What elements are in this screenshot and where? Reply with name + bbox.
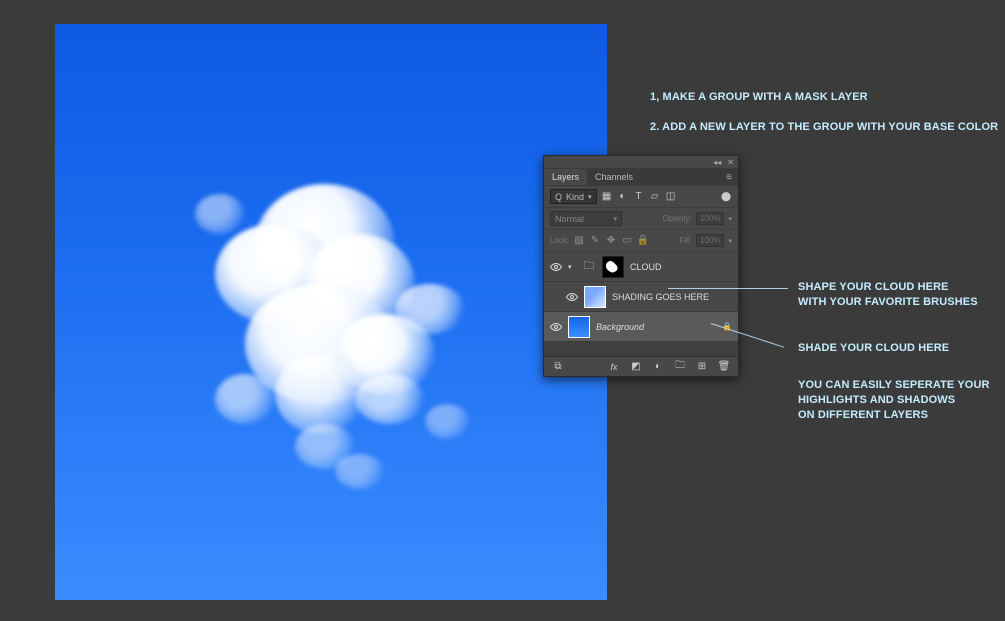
lock-position-icon[interactable]: ✥ xyxy=(605,235,617,247)
delete-layer-icon[interactable]: 🗑 xyxy=(718,361,730,373)
annotation-text: HIGHLIGHTS AND SHADOWS xyxy=(798,394,955,406)
tab-channels[interactable]: Channels xyxy=(587,169,641,185)
folder-icon: 🗀 xyxy=(582,256,596,278)
annotation-text: SHAPE YOUR CLOUD HERE xyxy=(798,281,949,293)
layer-mask-thumbnail[interactable] xyxy=(602,256,624,278)
annotation-text: YOU CAN EASILY SEPERATE YOUR xyxy=(798,379,990,391)
layers-list: ▾ 🗀 CLOUD SHADING GOES HERE Background 🔒 xyxy=(544,252,738,356)
filter-shape-icon[interactable]: ▱ xyxy=(649,191,661,203)
filter-toggle-icon[interactable]: ⬤ xyxy=(720,191,732,203)
layer-thumbnail[interactable] xyxy=(584,286,606,308)
link-layers-icon[interactable]: ⧉ xyxy=(552,361,564,373)
filter-type-icon[interactable]: T xyxy=(633,191,645,203)
lock-brush-icon[interactable]: ✎ xyxy=(589,235,601,247)
close-panel-icon[interactable]: ✕ xyxy=(727,158,734,167)
layer-name: CLOUD xyxy=(630,262,662,272)
adjustment-layer-icon[interactable]: ◐ xyxy=(652,361,664,373)
filter-smart-icon[interactable]: ◫ xyxy=(665,191,677,203)
filter-pixel-icon[interactable]: ▦ xyxy=(601,191,613,203)
add-mask-icon[interactable]: ◩ xyxy=(630,361,642,373)
annotation-shape: SHAPE YOUR CLOUD HERE WITH YOUR FAVORITE… xyxy=(798,280,978,310)
instruction-step1: 1, MAKE A GROUP WITH A MASK LAYER xyxy=(650,90,868,105)
layer-name: SHADING GOES HERE xyxy=(612,292,709,302)
layer-shading[interactable]: SHADING GOES HERE xyxy=(544,282,738,312)
panel-menu-icon[interactable]: ≡ xyxy=(720,172,738,183)
panel-tabs: Layers Channels ≡ xyxy=(544,168,738,186)
filter-kind-dropdown[interactable]: Q Kind ▾ xyxy=(550,189,597,204)
opacity-input[interactable]: 100% xyxy=(696,212,724,225)
annotation-tip: YOU CAN EASILY SEPERATE YOUR HIGHLIGHTS … xyxy=(798,378,990,423)
tab-layers[interactable]: Layers xyxy=(544,169,587,185)
lock-label: Lock: xyxy=(550,236,569,245)
lock-transparency-icon[interactable]: ▨ xyxy=(573,235,585,247)
blend-mode-value: Normal xyxy=(555,214,584,224)
panel-titlebar: ◂◂ ✕ xyxy=(544,156,738,168)
collapse-panel-icon[interactable]: ◂◂ xyxy=(713,158,721,167)
blend-mode-dropdown[interactable]: Normal ▾ xyxy=(550,211,622,226)
new-group-icon[interactable]: 🗀 xyxy=(674,361,686,373)
chevron-down-icon: ▾ xyxy=(588,193,592,201)
instruction-step2: 2. ADD A NEW LAYER TO THE GROUP WITH YOU… xyxy=(650,120,998,135)
canvas-artboard[interactable] xyxy=(55,24,607,600)
filter-kind-label: Kind xyxy=(566,192,584,202)
layer-thumbnail[interactable] xyxy=(568,316,590,338)
layer-background[interactable]: Background 🔒 xyxy=(544,312,738,342)
annotation-text: WITH YOUR FAVORITE BRUSHES xyxy=(798,296,978,308)
filter-adjustment-icon[interactable]: ◐ xyxy=(617,191,629,203)
visibility-toggle-icon[interactable] xyxy=(550,321,562,333)
fill-label: Fill: xyxy=(680,236,692,245)
fx-icon[interactable]: fx xyxy=(608,361,620,373)
layers-panel-footer: ⧉ fx ◩ ◐ 🗀 ⊞ 🗑 xyxy=(544,356,738,376)
lock-fill-row: Lock: ▨ ✎ ✥ ▭ 🔒 Fill: 100% ▾ xyxy=(544,230,738,252)
blend-opacity-row: Normal ▾ Opacity: 100% ▾ xyxy=(544,208,738,230)
lock-all-icon[interactable]: 🔒 xyxy=(637,235,649,247)
annotation-text: ON DIFFERENT LAYERS xyxy=(798,409,928,421)
layers-empty-area[interactable] xyxy=(544,342,738,356)
layer-group-cloud[interactable]: ▾ 🗀 CLOUD xyxy=(544,252,738,282)
chevron-down-icon: ▾ xyxy=(728,215,732,223)
layer-filter-row: Q Kind ▾ ▦ ◐ T ▱ ◫ ⬤ xyxy=(544,186,738,208)
annotation-line xyxy=(668,288,788,289)
search-icon: Q xyxy=(555,192,562,202)
cloud-painting xyxy=(155,124,515,484)
lock-artboard-icon[interactable]: ▭ xyxy=(621,235,633,247)
group-collapse-icon[interactable]: ▾ xyxy=(568,263,576,271)
new-layer-icon[interactable]: ⊞ xyxy=(696,361,708,373)
chevron-down-icon: ▾ xyxy=(613,215,617,223)
visibility-toggle-icon[interactable] xyxy=(566,291,578,303)
annotation-shade: SHADE YOUR CLOUD HERE xyxy=(798,341,949,356)
opacity-label: Opacity: xyxy=(663,214,692,223)
visibility-toggle-icon[interactable] xyxy=(550,261,562,273)
layer-name: Background xyxy=(596,322,644,332)
chevron-down-icon: ▾ xyxy=(728,237,732,245)
layers-panel: ◂◂ ✕ Layers Channels ≡ Q Kind ▾ ▦ ◐ T ▱ … xyxy=(543,155,739,377)
fill-input[interactable]: 100% xyxy=(696,234,724,247)
